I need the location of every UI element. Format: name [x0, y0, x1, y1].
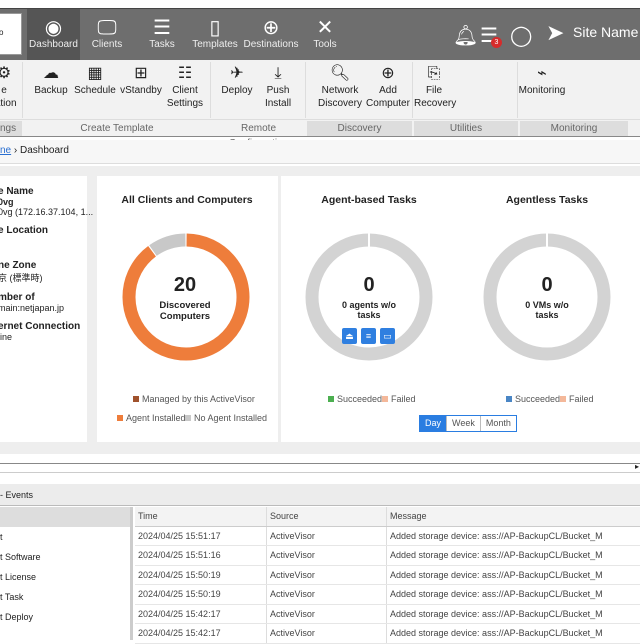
donut-center: 0 0 VMs w/o tasks	[487, 274, 607, 320]
file-icon: ≡	[365, 331, 372, 341]
legend-item: Managed by this ActiveVisor	[133, 394, 255, 404]
legend-item: No Agent Installed	[185, 413, 267, 423]
scroll-right-icon[interactable]: ▸	[635, 462, 639, 471]
events-category-list: t t Software t License t Task t Deploy	[0, 507, 133, 640]
donut-slice-no-agent-installed[interactable]	[149, 233, 186, 257]
center-label: Discovered Computers	[159, 300, 211, 322]
monitor-icon: ▭	[383, 331, 392, 341]
table-cell: 2024/04/25 15:50:19	[135, 565, 267, 584]
table-cell: ActiveVisor	[267, 546, 387, 565]
center-label: 0 VMs w/o tasks	[525, 300, 569, 320]
legend-item: Succeeded	[506, 394, 560, 404]
column-header-message[interactable]: Message	[387, 511, 640, 521]
table-cell: Added storage device: ass://AP-BackupCL/…	[390, 569, 603, 580]
legend-item: Failed	[382, 394, 416, 404]
table-cell: ActiveVisor	[267, 565, 387, 584]
range-day[interactable]: Day	[420, 416, 448, 431]
legend-label: Succeeded	[337, 394, 383, 404]
range-week[interactable]: Week	[447, 416, 481, 431]
events-header: - Events	[0, 484, 640, 506]
center-value: 20	[173, 274, 197, 296]
legend-item: Failed	[560, 394, 594, 404]
table-row[interactable]: 2024/04/25 15:50:19 ActiveVisor Added stor…	[135, 565, 640, 585]
legend-label: Failed	[569, 394, 594, 404]
table-cell: 2024/04/25 15:51:17	[135, 526, 267, 545]
range-toggle: Day Week Month	[419, 415, 517, 432]
table-cell: 2024/04/25 15:42:17	[135, 604, 267, 623]
table-cell: Added storage device: ass://AP-BackupCL/…	[390, 550, 603, 561]
list-item[interactable]: t Deploy	[0, 607, 130, 627]
center-value: 0	[541, 274, 553, 296]
legend-label: Failed	[391, 394, 416, 404]
disk-icon: ⏏	[345, 331, 354, 341]
table-row[interactable]: 2024/04/25 15:51:17 ActiveVisor Added stor…	[135, 526, 640, 546]
list-item[interactable]: t License	[0, 567, 130, 587]
table-cell: 2024/04/25 15:50:19	[135, 585, 267, 604]
table-cell: ActiveVisor	[267, 604, 387, 623]
table-row[interactable]: 2024/04/25 15:42:17 ActiveVisor Added stor…	[135, 624, 640, 644]
table-row[interactable]: 2024/04/25 15:42:17 ActiveVisor Added stor…	[135, 604, 640, 624]
table-cell: Added storage device: ass://AP-BackupCL/…	[390, 608, 603, 619]
table-cell: Added storage device: ass://AP-BackupCL/…	[390, 628, 603, 639]
legend-label: No Agent Installed	[194, 413, 268, 423]
legend-swatch	[328, 396, 334, 402]
range-month[interactable]: Month	[481, 416, 516, 431]
legend-swatch	[185, 415, 191, 421]
legend-swatch	[506, 396, 512, 402]
table-header: Time Source Message	[135, 507, 640, 527]
donut-center: 0 0 agents w/o tasks	[309, 274, 429, 320]
list-item[interactable]: t	[0, 527, 130, 547]
column-header-time[interactable]: Time	[135, 507, 267, 526]
list-item[interactable]: t Task	[0, 587, 130, 607]
legend-label: Succeeded	[515, 394, 561, 404]
table-cell: Added storage device: ass://AP-BackupCL/…	[390, 530, 603, 541]
list-item[interactable]	[0, 507, 130, 527]
donut-center: 20 Discovered Computers	[125, 274, 245, 322]
center-label: 0 agents w/o tasks	[341, 300, 396, 320]
events-title: - Events	[0, 490, 34, 500]
legend-label: Agent Installed	[126, 413, 186, 423]
table-cell: ActiveVisor	[267, 526, 387, 545]
table-row[interactable]: 2024/04/25 15:51:16 ActiveVisor Added stor…	[135, 546, 640, 566]
agent-file-button[interactable]: ≡	[361, 328, 376, 344]
agent-monitor-button[interactable]: ▭	[380, 328, 395, 344]
agent-disk-button[interactable]: ⏏	[342, 328, 357, 344]
table-row[interactable]: 2024/04/25 15:50:19 ActiveVisor Added stor…	[135, 585, 640, 605]
legend-label: Managed by this ActiveVisor	[142, 394, 255, 404]
horizontal-scrollbar[interactable]: ▸	[0, 462, 640, 473]
table-cell: Added storage device: ass://AP-BackupCL/…	[390, 589, 603, 600]
legend-swatch	[117, 415, 123, 421]
legend-item: Agent Installed	[117, 413, 186, 423]
column-header-source[interactable]: Source	[267, 507, 387, 526]
list-item[interactable]: t Software	[0, 547, 130, 567]
legend-swatch	[133, 396, 139, 402]
legend-swatch	[382, 396, 388, 402]
events-table: Time Source Message 2024/04/25 15:51:17 Act…	[135, 507, 640, 644]
table-cell: 2024/04/25 15:51:16	[135, 546, 267, 565]
legend-swatch	[560, 396, 566, 402]
table-cell: ActiveVisor	[267, 585, 387, 604]
legend-item: Succeeded	[328, 394, 382, 404]
center-value: 0	[363, 274, 375, 296]
